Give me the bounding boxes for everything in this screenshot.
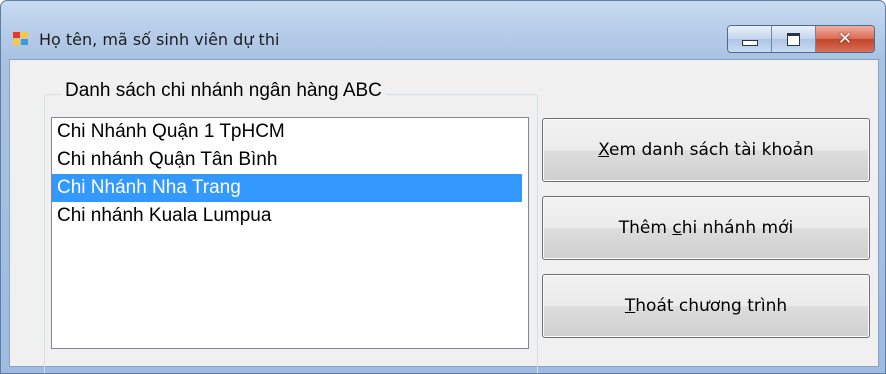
app-icon [13, 32, 29, 46]
close-button[interactable]: ✕ [816, 26, 874, 52]
branch-groupbox: Danh sách chi nhánh ngân hàng ABC Chi Nh… [44, 80, 538, 373]
list-item-selected[interactable]: Chi Nhánh Nha Trang [52, 174, 522, 202]
minimize-button[interactable] [728, 26, 772, 52]
minimize-icon [741, 40, 758, 46]
title-bar[interactable]: Họ tên, mã số sinh viên dự thi ✕ [1, 1, 885, 59]
window-controls: ✕ [727, 25, 875, 53]
window-title: Họ tên, mã số sinh viên dự thi [39, 30, 280, 49]
list-item[interactable]: Chi nhánh Kuala Lumpua [52, 202, 528, 230]
exit-button[interactable]: Thoát chương trình [542, 274, 870, 338]
add-branch-label: Thêm chi nhánh mới [618, 218, 794, 238]
exit-label: Thoát chương trình [624, 296, 788, 316]
add-branch-button[interactable]: Thêm chi nhánh mới [542, 196, 870, 260]
view-accounts-label: Xem danh sách tài khoản [598, 140, 814, 160]
maximize-icon [787, 32, 800, 46]
maximize-button[interactable] [772, 26, 816, 52]
client-area: Danh sách chi nhánh ngân hàng ABC Chi Nh… [9, 59, 879, 373]
main-window: Họ tên, mã số sinh viên dự thi ✕ Danh sá… [0, 0, 886, 374]
groupbox-title: Danh sách chi nhánh ngân hàng ABC [61, 80, 386, 102]
branch-listbox[interactable]: Chi Nhánh Quận 1 TpHCM Chi nhánh Quận Tâ… [51, 117, 529, 349]
close-icon: ✕ [837, 28, 853, 49]
list-item[interactable]: Chi nhánh Quận Tân Bình [52, 146, 528, 174]
view-accounts-button[interactable]: Xem danh sách tài khoản [542, 118, 870, 182]
list-item[interactable]: Chi Nhánh Quận 1 TpHCM [52, 118, 528, 146]
